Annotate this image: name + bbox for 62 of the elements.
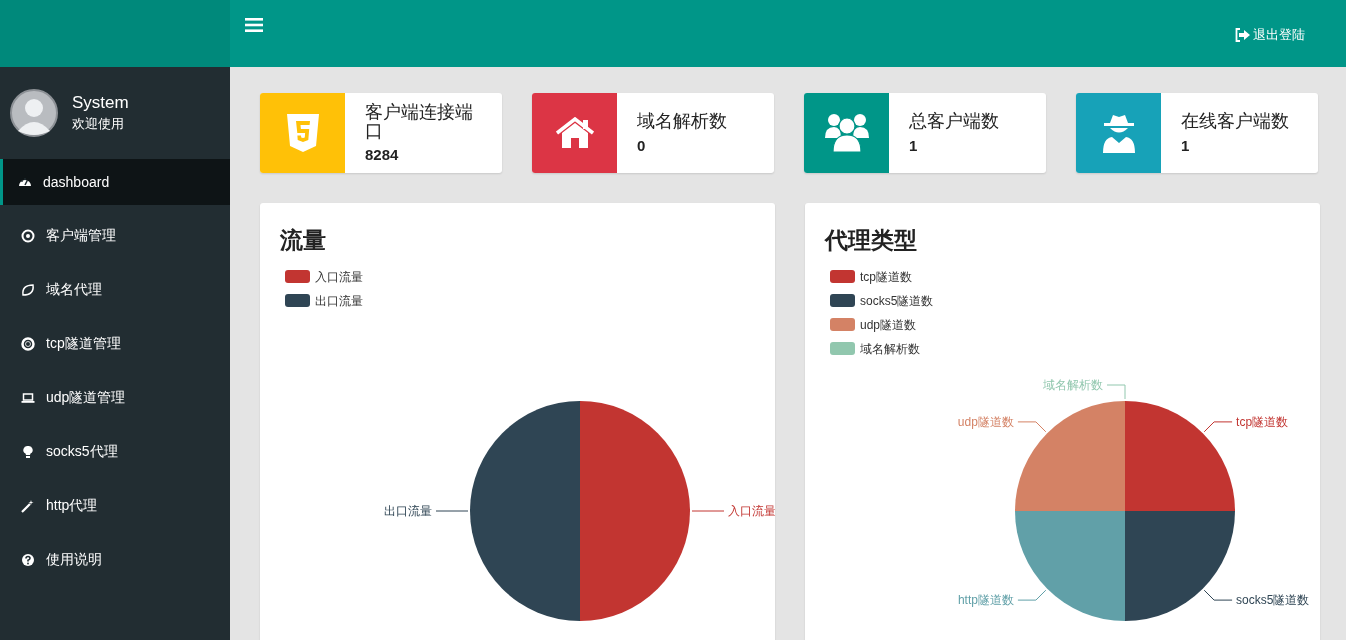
sidebar-item[interactable]: socks5代理 xyxy=(0,429,230,475)
leader-line xyxy=(1017,421,1047,433)
slice-label: 入口流量 xyxy=(728,504,775,518)
stat-value: 8284 xyxy=(365,146,400,164)
sidebar-item[interactable]: 使用说明 xyxy=(0,537,230,583)
target-icon xyxy=(21,229,35,243)
legend-label[interactable]: 出口流量 xyxy=(315,294,363,308)
laptop-icon xyxy=(21,391,35,405)
lifebuoy-icon xyxy=(21,337,35,351)
gauge-icon xyxy=(18,175,32,189)
stat-value: 1 xyxy=(1181,136,1191,154)
slice-label: socks5隧道数 xyxy=(1236,593,1310,608)
leader-line xyxy=(1017,589,1047,601)
home-icon xyxy=(555,117,594,149)
html5-icon xyxy=(286,114,319,152)
menu-icon[interactable] xyxy=(245,17,263,33)
leaf-icon xyxy=(21,283,35,297)
sidebar-item[interactable]: dashboard xyxy=(0,159,230,205)
panel-title: 流量 xyxy=(279,226,327,255)
sidebar-item[interactable]: tcp隧道管理 xyxy=(0,321,230,367)
logout-button[interactable]: 退出登陆 xyxy=(1235,26,1305,44)
leader-line xyxy=(1203,589,1233,601)
legend-swatch[interactable] xyxy=(830,318,855,331)
slice-label: udp隧道数 xyxy=(957,414,1014,429)
slice-label: 出口流量 xyxy=(384,504,432,518)
legend-label[interactable]: tcp隧道数 xyxy=(860,270,912,284)
legend-label[interactable]: udp隧道数 xyxy=(860,318,917,332)
sidebar-item[interactable]: udp隧道管理 xyxy=(0,375,230,421)
leader-line xyxy=(691,510,725,512)
legend-label[interactable]: 入口流量 xyxy=(315,270,363,284)
slice-label: tcp隧道数 xyxy=(1236,414,1289,429)
legend-label[interactable]: socks5隧道数 xyxy=(860,294,934,308)
welcome-text: 欢迎使用 xyxy=(72,115,125,133)
leader-line xyxy=(435,510,469,512)
legend-swatch[interactable] xyxy=(285,294,310,307)
stat-value: 0 xyxy=(637,136,647,154)
stat-label: 总客户端数 xyxy=(909,112,1000,131)
sidebar-item[interactable]: 域名代理 xyxy=(0,267,230,313)
stat-label: 在线客户端数 xyxy=(1181,112,1290,131)
wand-icon xyxy=(21,499,35,513)
slice-label: 域名解析数 xyxy=(1043,378,1103,392)
stat-label: 域名解析数 xyxy=(637,112,728,131)
panel-title: 代理类型 xyxy=(823,226,918,255)
user-name: System xyxy=(72,93,129,113)
slice-label: http隧道数 xyxy=(957,593,1014,608)
users-icon xyxy=(824,112,869,154)
spy-icon xyxy=(1101,113,1136,153)
help-icon xyxy=(21,553,35,567)
sidebar-item[interactable]: 客户端管理 xyxy=(0,213,230,259)
legend-swatch[interactable] xyxy=(285,270,310,283)
legend-swatch[interactable] xyxy=(830,342,855,355)
avatar-icon xyxy=(10,89,58,137)
legend-swatch[interactable] xyxy=(830,294,855,307)
sign-out-icon xyxy=(1235,28,1251,42)
lightbulb-icon xyxy=(21,445,35,459)
legend-label[interactable]: 域名解析数 xyxy=(860,342,920,356)
sidebar-item[interactable]: http代理 xyxy=(0,483,230,529)
legend-swatch[interactable] xyxy=(830,270,855,283)
stat-label: 客户端连接端口 xyxy=(365,102,474,141)
leader-line xyxy=(1106,384,1126,400)
stat-value: 1 xyxy=(909,136,919,154)
leader-line xyxy=(1203,421,1233,433)
